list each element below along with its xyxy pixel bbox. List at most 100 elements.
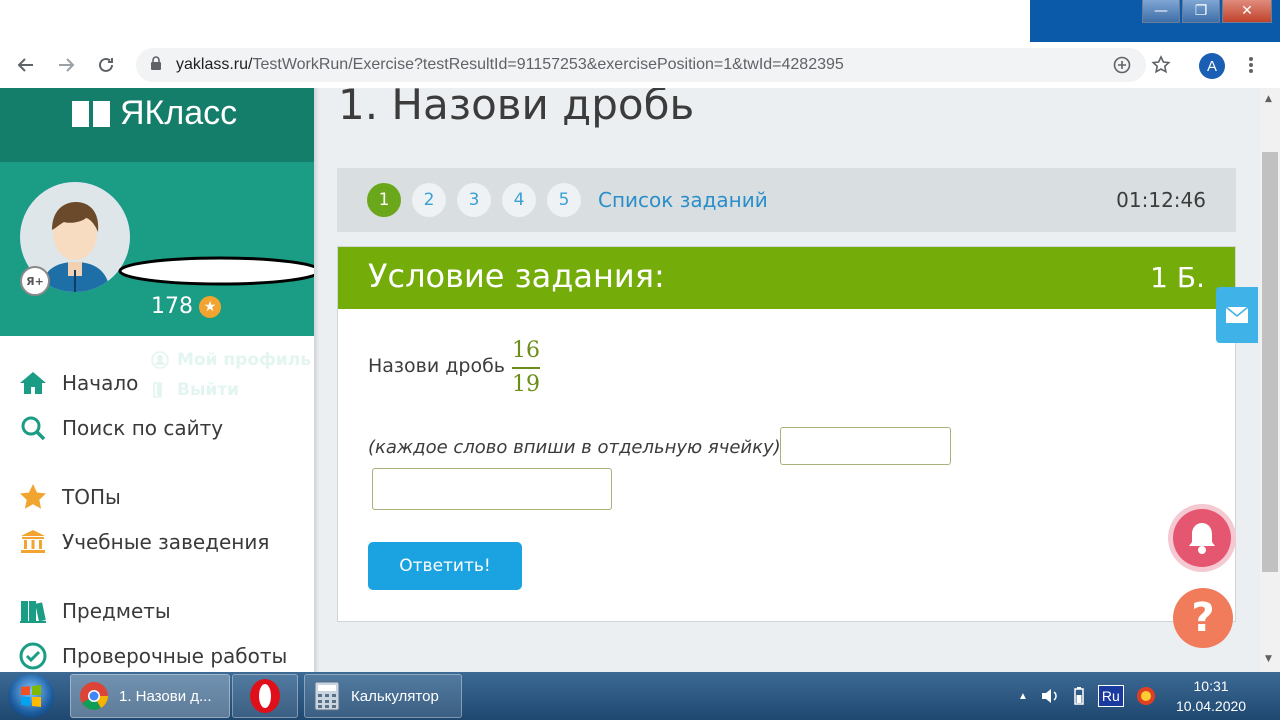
answer-field-2[interactable]	[372, 468, 612, 510]
book-logo-icon	[72, 100, 110, 127]
sidebar-item-tests[interactable]: Проверочные работы	[18, 633, 287, 672]
fraction: 16 19	[512, 339, 540, 397]
taskbar-opera-button[interactable]	[232, 674, 298, 718]
sidebar-item-home[interactable]: Начало	[18, 360, 287, 405]
lock-icon	[151, 56, 161, 70]
windows-taskbar: 1. Назови д... Калькулятор ▲ Ru 10:31 10…	[0, 672, 1280, 720]
task-card-header: Условие задания: 1 Б.	[338, 247, 1235, 309]
clock-date: 10.04.2020	[1176, 698, 1247, 714]
power-icon[interactable]	[1072, 686, 1086, 706]
fraction-numerator: 16	[512, 338, 540, 363]
maximize-button[interactable]: ❐	[1182, 0, 1220, 23]
browser-menu-button[interactable]	[1238, 52, 1264, 78]
window-controls: — ❐ ✕	[1142, 0, 1272, 23]
system-tray: ▲ Ru	[1018, 672, 1156, 720]
taskbar-chrome-button[interactable]: 1. Назови д...	[70, 674, 230, 718]
task-number-2[interactable]: 2	[412, 183, 446, 217]
browser-titlebar: — ❐ ✕	[0, 0, 1280, 42]
sidebar-menu: Начало Поиск по сайту ТОПы Учебные завед…	[18, 360, 287, 672]
fraction-denominator: 19	[512, 372, 540, 397]
search-icon	[18, 413, 48, 443]
task-condition-title: Условие задания:	[368, 257, 665, 295]
task-number-3[interactable]: 3	[457, 183, 491, 217]
clock-time: 10:31	[1193, 678, 1229, 694]
reload-icon	[99, 57, 113, 72]
back-arrow-icon	[17, 58, 33, 72]
page-title: 1. Назови дробь	[338, 88, 695, 129]
logo-text: ЯКласс	[120, 94, 238, 132]
forward-button[interactable]	[53, 52, 79, 78]
home-icon	[18, 368, 48, 398]
fraction-bar	[512, 367, 540, 369]
sidebar-item-search[interactable]: Поиск по сайту	[18, 405, 287, 450]
feedback-mail-button[interactable]	[1216, 287, 1258, 343]
chrome-icon	[80, 682, 108, 710]
page-scrollbar[interactable]: ▲ ▼	[1260, 88, 1280, 672]
back-button[interactable]	[13, 52, 39, 78]
system-clock[interactable]: 10:31 10.04.2020	[1176, 676, 1246, 716]
site-logo[interactable]: ЯКласс	[70, 94, 237, 133]
language-indicator[interactable]: Ru	[1097, 685, 1124, 707]
user-panel: 178 ★ Мой профиль Выйти	[0, 162, 314, 400]
add-extension-button[interactable]	[1109, 52, 1135, 78]
sidebar-item-label: ТОПы	[62, 484, 121, 509]
main-content: 1. Назови дробь 1 2 3 4 5 Список заданий…	[320, 88, 1260, 672]
sidebar-item-institutions[interactable]: Учебные заведения	[18, 519, 287, 564]
tray-expand-icon[interactable]: ▲	[1018, 691, 1028, 702]
volume-icon[interactable]	[1040, 687, 1060, 705]
profile-avatar[interactable]: A	[1199, 53, 1225, 79]
task-points: 1 Б.	[1150, 261, 1205, 294]
sidebar-item-subjects[interactable]: Предметы	[18, 588, 287, 633]
ya-plus-badge[interactable]: Я+	[20, 266, 50, 296]
url-text: yaklass.ru/TestWorkRun/Exercise?testResu…	[176, 56, 844, 73]
sidebar-item-label: Проверочные работы	[62, 643, 288, 668]
sidebar-item-tops[interactable]: ТОПы	[18, 474, 287, 519]
star-icon	[18, 482, 48, 512]
institution-icon	[18, 527, 48, 557]
plus-circle-icon	[1113, 56, 1131, 74]
sidebar-item-label: Поиск по сайту	[62, 415, 224, 440]
opera-icon	[250, 679, 280, 713]
task-list-link[interactable]: Список заданий	[598, 188, 768, 212]
forward-arrow-icon	[59, 58, 75, 72]
task-number-4[interactable]: 4	[502, 183, 536, 217]
scroll-thumb[interactable]	[1262, 152, 1278, 572]
redacted-username	[118, 256, 314, 286]
scroll-up-icon[interactable]: ▲	[1265, 94, 1272, 104]
calculator-icon	[314, 681, 340, 711]
windows-logo-icon	[21, 685, 41, 707]
notifications-button[interactable]	[1173, 509, 1231, 567]
sidebar-item-label: Предметы	[62, 598, 171, 623]
submit-answer-button[interactable]: Ответить!	[368, 542, 522, 590]
taskbar-chrome-label: 1. Назови д...	[119, 687, 212, 705]
close-button[interactable]: ✕	[1222, 0, 1272, 23]
score-value: 178	[151, 294, 193, 319]
start-button[interactable]	[8, 674, 54, 718]
answer-hint: (каждое слово впиши в отдельную ячейку)	[368, 437, 781, 458]
bell-icon	[1189, 523, 1215, 554]
logo-area: ЯКласс	[0, 88, 314, 162]
envelope-icon	[1225, 306, 1249, 323]
question-text: Назови дробь	[368, 355, 505, 377]
score: 178 ★	[151, 294, 221, 319]
url-field[interactable]: yaklass.ru/TestWorkRun/Exercise?testResu…	[136, 48, 1146, 82]
bookmark-star-icon	[1151, 55, 1171, 74]
timer: 01:12:46	[1116, 188, 1206, 212]
sidebar-item-label: Учебные заведения	[62, 529, 270, 554]
minimize-button[interactable]: —	[1142, 0, 1180, 23]
answer-field-1[interactable]	[780, 427, 951, 465]
sidebar: ЯКласс 178 ★ Мой профиль Выйти Я+ Начало…	[0, 88, 314, 672]
help-button[interactable]: ?	[1173, 588, 1233, 648]
scroll-down-icon[interactable]: ▼	[1265, 654, 1272, 664]
bookmark-button[interactable]	[1148, 52, 1174, 78]
address-bar: yaklass.ru/TestWorkRun/Exercise?testResu…	[0, 42, 1280, 89]
task-navigation: 1 2 3 4 5 Список заданий 01:12:46	[337, 168, 1236, 232]
taskbar-calculator-button[interactable]: Калькулятор	[304, 674, 462, 718]
task-number-5[interactable]: 5	[547, 183, 581, 217]
app-tray-icon[interactable]	[1136, 686, 1156, 706]
reload-button[interactable]	[93, 52, 119, 78]
more-vertical-icon	[1249, 57, 1253, 73]
books-icon	[18, 596, 48, 626]
redacted-tab-area	[0, 6, 420, 36]
task-number-1[interactable]: 1	[367, 183, 401, 217]
